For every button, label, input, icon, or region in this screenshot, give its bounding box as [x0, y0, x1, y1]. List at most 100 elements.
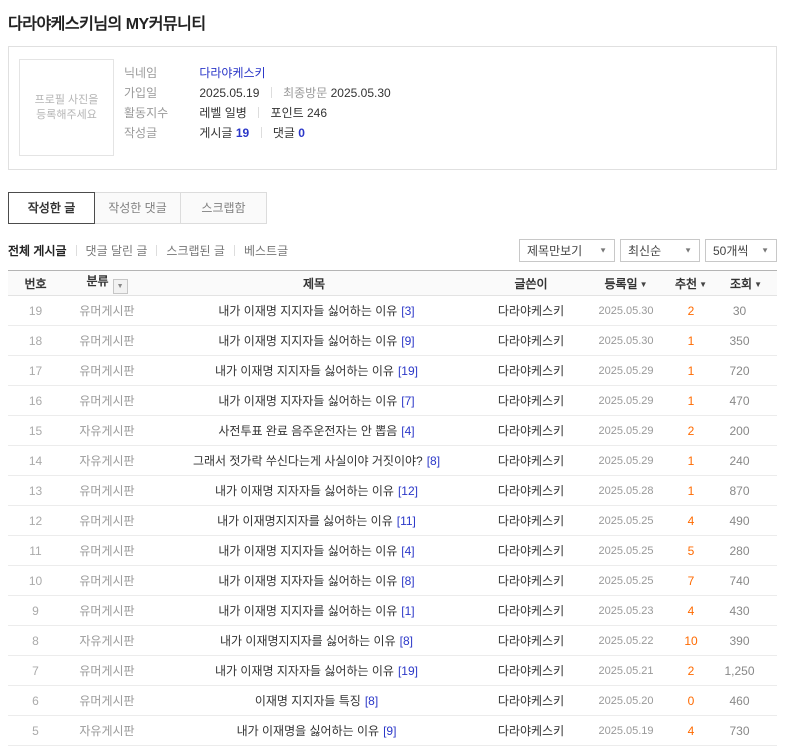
post-count-link[interactable]: 19 [236, 126, 249, 140]
post-category[interactable]: 유머게시판 [63, 385, 151, 416]
comment-count-badge[interactable]: [19] [398, 364, 418, 378]
post-category[interactable]: 유머게시판 [63, 475, 151, 506]
comment-count-badge[interactable]: [8] [401, 574, 414, 588]
comment-count-badge[interactable]: [4] [401, 424, 414, 438]
post-category[interactable]: 유머게시판 [63, 505, 151, 536]
post-category[interactable]: 유머게시판 [63, 295, 151, 326]
post-category[interactable]: 자유게시판 [63, 625, 151, 656]
comment-count-badge[interactable]: [4] [401, 544, 414, 558]
post-title-cell: 내가 이재명 지지자들 싫어하는 이유 [4] [151, 535, 477, 566]
table-row: 17 유머게시판 내가 이재명 지지자들 싫어하는 이유 [19] 다라야케스키 2025… [8, 355, 777, 386]
post-title-link[interactable]: 사전투표 완료 음주운전자는 안 뽑음 [218, 424, 397, 438]
post-views: 350 [715, 325, 777, 356]
post-category[interactable]: 유머게시판 [63, 325, 151, 356]
post-author[interactable]: 다라야케스키 [477, 565, 585, 596]
comment-count-badge[interactable]: [8] [427, 454, 440, 468]
comment-count-badge[interactable]: [8] [400, 634, 413, 648]
column-header-title: 제목 [151, 270, 477, 296]
post-category[interactable]: 자유게시판 [63, 715, 151, 746]
post-title-link[interactable]: 내가 이재명 지지자들 싫어하는 이유 [218, 304, 397, 318]
comment-count-badge[interactable]: [3] [401, 304, 414, 318]
post-category[interactable]: 유머게시판 [63, 685, 151, 716]
tab-1[interactable]: 작성한 댓글 [94, 192, 181, 224]
post-date: 2025.05.30 [585, 295, 667, 326]
comment-count-badge[interactable]: [8] [365, 694, 378, 708]
column-header-date-sort[interactable]: 등록일 ▼ [585, 270, 667, 296]
photo-placeholder-text-line1: 프로필 사진을 [34, 93, 99, 106]
post-number: 6 [8, 685, 63, 716]
post-title-link[interactable]: 내가 이재명을 싫어하는 이유 [237, 724, 379, 738]
post-author[interactable]: 다라야케스키 [477, 715, 585, 746]
likes-header-label: 추천 [674, 276, 698, 291]
post-title-cell: 내가 이재명을 싫어하는 이유 [9] [151, 715, 477, 746]
post-author[interactable]: 다라야케스키 [477, 535, 585, 566]
post-author[interactable]: 다라야케스키 [477, 505, 585, 536]
table-row: 11 유머게시판 내가 이재명 지지자들 싫어하는 이유 [4] 다라야케스키 2025.… [8, 535, 777, 566]
page-size-select[interactable]: 50개씩 ▼ [705, 238, 777, 262]
post-author[interactable]: 다라야케스키 [477, 475, 585, 506]
profile-info: 닉네임 다라야케스키 가입일 2025.05.19 최종방문 2025.05.3… [124, 59, 391, 157]
post-author[interactable]: 다라야케스키 [477, 385, 585, 416]
join-date-value: 2025.05.19 [199, 86, 260, 100]
post-title-link[interactable]: 내가 이재명 지지자를 싫어하는 이유 [218, 604, 397, 618]
post-date: 2025.05.29 [585, 445, 667, 476]
post-count-label: 게시글 [199, 126, 233, 140]
category-filter-button[interactable]: ▼ [112, 279, 128, 294]
column-header-likes-sort[interactable]: 추천 ▼ [667, 270, 715, 296]
post-author[interactable]: 다라야케스키 [477, 595, 585, 626]
post-title-link[interactable]: 내가 이재명지지자를 싫어하는 이유 [217, 514, 393, 528]
post-author[interactable]: 다라야케스키 [477, 445, 585, 476]
comment-count-badge[interactable]: [9] [401, 334, 414, 348]
column-header-views-sort[interactable]: 조회 ▼ [715, 270, 777, 296]
tab-0-active[interactable]: 작성한 글 [8, 192, 95, 224]
comment-count-badge[interactable]: [7] [401, 394, 414, 408]
filter-link-1[interactable]: 댓글 달린 글 [86, 244, 148, 258]
comment-count-badge[interactable]: [19] [398, 664, 418, 678]
post-author[interactable]: 다라야케스키 [477, 325, 585, 356]
filter-link-2[interactable]: 스크랩된 글 [166, 244, 225, 258]
post-author[interactable]: 다라야케스키 [477, 415, 585, 446]
post-category[interactable]: 유머게시판 [63, 535, 151, 566]
post-author[interactable]: 다라야케스키 [477, 295, 585, 326]
view-mode-select[interactable]: 제목만보기 ▼ [519, 238, 615, 262]
post-title-link[interactable]: 내가 이재명 지자자들 싫어하는 이유 [218, 574, 397, 588]
sort-order-select[interactable]: 최신순 ▼ [620, 238, 700, 262]
comment-count-badge[interactable]: [11] [397, 514, 416, 528]
post-title-link[interactable]: 내가 이재명 지지자들 싫어하는 이유 [215, 364, 394, 378]
post-title-link[interactable]: 내가 이재명 지자자들 싫어하는 이유 [215, 664, 394, 678]
post-category[interactable]: 자유게시판 [63, 445, 151, 476]
comment-count-link[interactable]: 0 [298, 126, 305, 140]
comment-count-badge[interactable]: [12] [398, 484, 418, 498]
post-title-link[interactable]: 내가 이재명 지지자들 싫어하는 이유 [218, 544, 397, 558]
comment-count-badge[interactable]: [9] [383, 724, 396, 738]
post-title-cell: 내가 이재명 지자자들 싫어하는 이유 [12] [151, 475, 477, 506]
post-author[interactable]: 다라야케스키 [477, 655, 585, 686]
filter-link-0[interactable]: 전체 게시글 [8, 244, 67, 258]
post-category[interactable]: 유머게시판 [63, 565, 151, 596]
post-likes: 2 [667, 655, 715, 686]
tab-bar: 작성한 글 작성한 댓글 스크랩함 [8, 192, 777, 224]
post-title-link[interactable]: 이재명 지지자들 특징 [255, 694, 361, 708]
post-category[interactable]: 유머게시판 [63, 655, 151, 686]
post-author[interactable]: 다라야케스키 [477, 685, 585, 716]
comment-count-badge[interactable]: [1] [401, 604, 414, 618]
post-number: 11 [8, 535, 63, 566]
post-likes: 2 [667, 415, 715, 446]
nickname-link[interactable]: 다라야케스키 [199, 66, 265, 80]
post-title-link[interactable]: 내가 이재명 지자자들 싫어하는 이유 [215, 484, 394, 498]
tab-2[interactable]: 스크랩함 [180, 192, 267, 224]
post-title-link[interactable]: 내가 이재명 지자자들 싫어하는 이유 [218, 394, 397, 408]
post-title-link[interactable]: 내가 이재명지지자를 싫어하는 이유 [220, 634, 396, 648]
post-category[interactable]: 유머게시판 [63, 595, 151, 626]
post-title-cell: 내가 이재명 지지자를 싫어하는 이유 [1] [151, 595, 477, 626]
filter-link-3[interactable]: 베스트글 [244, 244, 288, 258]
post-title-cell: 내가 이재명 지자자들 싫어하는 이유 [8] [151, 565, 477, 596]
post-title-link[interactable]: 내가 이재명 지지자들 싫어하는 이유 [218, 334, 397, 348]
post-author[interactable]: 다라야케스키 [477, 625, 585, 656]
post-title-link[interactable]: 그래서 젓가락 쑤신다는게 사실이야 거짓이야? [193, 454, 423, 468]
post-author[interactable]: 다라야케스키 [477, 355, 585, 386]
post-category[interactable]: 자유게시판 [63, 415, 151, 446]
post-category[interactable]: 유머게시판 [63, 355, 151, 386]
post-likes: 1 [667, 475, 715, 506]
profile-photo-placeholder[interactable]: 프로필 사진을 등록해주세요 [19, 59, 114, 156]
